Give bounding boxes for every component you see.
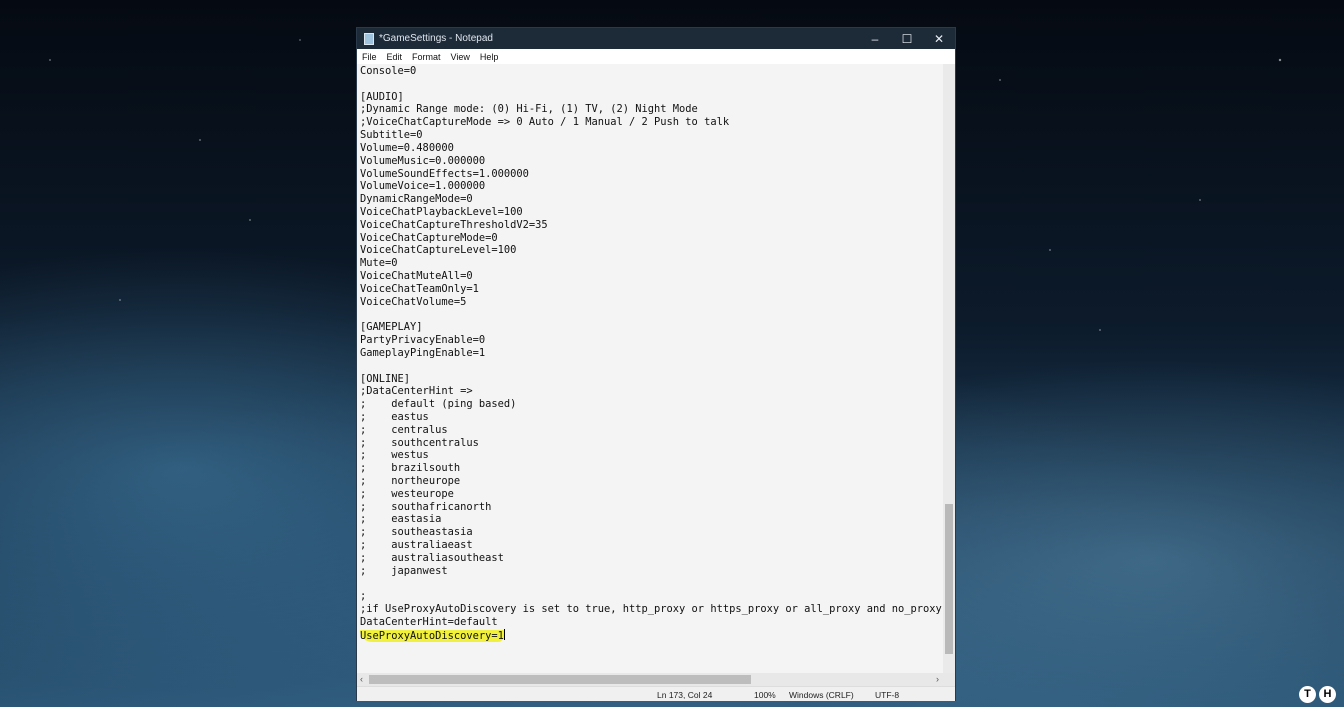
- text-line: ; brazilsouth: [360, 462, 461, 475]
- text-line: VoiceChatCaptureThresholdV2=35: [360, 218, 548, 231]
- status-bar: Ln 173, Col 24 100% Windows (CRLF) UTF-8: [357, 686, 955, 701]
- text-line: [360, 578, 944, 591]
- text-line: ; westus: [360, 449, 429, 462]
- notepad-window: *GameSettings - Notepad – ☐ ✕ File Edit …: [356, 27, 956, 701]
- text-line: ; australiasoutheast: [360, 551, 504, 564]
- text-line: DataCenterHint=default: [360, 615, 498, 628]
- maximize-button[interactable]: ☐: [891, 32, 923, 46]
- text-line: [ONLINE]: [360, 372, 411, 385]
- text-line: PartyPrivacyEnable=0: [360, 334, 486, 347]
- window-title: *GameSettings - Notepad: [379, 33, 493, 44]
- menu-edit[interactable]: Edit: [387, 52, 403, 62]
- title-bar[interactable]: *GameSettings - Notepad – ☐ ✕: [357, 28, 955, 49]
- menu-bar: File Edit Format View Help: [357, 49, 955, 64]
- line-ending: Windows (CRLF): [789, 690, 854, 700]
- encoding: UTF-8: [875, 690, 900, 700]
- text-line: ;: [360, 590, 367, 603]
- menu-format[interactable]: Format: [412, 52, 441, 62]
- close-button[interactable]: ✕: [923, 32, 955, 46]
- text-line: Console=0: [360, 65, 417, 77]
- highlighted-line: UseProxyAutoDiscovery=1: [360, 629, 504, 642]
- text-line: [AUDIO]: [360, 90, 404, 103]
- text-line: VolumeVoice=1.000000: [360, 180, 486, 193]
- text-editor[interactable]: Console=0 [AUDIO] ;Dynamic Range mode: (0…: [357, 64, 944, 673]
- logo-h: H: [1319, 686, 1336, 703]
- text-line: ; southeastasia: [360, 526, 473, 539]
- text-line: DynamicRangeMode=0: [360, 193, 473, 206]
- horizontal-scrollbar[interactable]: ‹ ›: [357, 673, 955, 686]
- text-line: VoiceChatMuteAll=0: [360, 270, 473, 282]
- text-line: ; japanwest: [360, 564, 448, 577]
- text-line: Volume=0.480000: [360, 141, 454, 154]
- text-line: ; southafricanorth: [360, 500, 492, 513]
- text-line: Subtitle=0: [360, 129, 423, 142]
- text-line: VoiceChatCaptureLevel=100: [360, 244, 517, 257]
- text-line: [GAMEPLAY]: [360, 321, 423, 334]
- text-line: [360, 308, 944, 321]
- text-line: Mute=0: [360, 257, 398, 270]
- scroll-thumb[interactable]: [945, 504, 953, 654]
- text-line: ;if UseProxyAutoDiscovery is set to true…: [360, 603, 944, 616]
- menu-file[interactable]: File: [362, 52, 377, 62]
- text-line: ; eastus: [360, 410, 429, 423]
- text-line: VoiceChatPlaybackLevel=100: [360, 205, 523, 218]
- text-line: VoiceChatVolume=5: [360, 295, 467, 308]
- text-line: [360, 360, 944, 373]
- scroll-right-icon[interactable]: ›: [936, 674, 939, 684]
- text-line: ; westeurope: [360, 487, 454, 500]
- text-line: VoiceChatCaptureMode=0: [360, 231, 498, 244]
- menu-view[interactable]: View: [451, 52, 470, 62]
- text-line: ; australiaeast: [360, 539, 473, 552]
- text-line: ;DataCenterHint =>: [360, 385, 473, 398]
- logo-t: T: [1299, 686, 1316, 703]
- menu-help[interactable]: Help: [480, 52, 499, 62]
- text-line: ; default (ping based): [360, 398, 517, 411]
- scroll-thumb[interactable]: [369, 675, 751, 684]
- zoom-level: 100%: [754, 690, 776, 700]
- scroll-left-icon[interactable]: ‹: [360, 674, 363, 684]
- text-line: VolumeSoundEffects=1.000000: [360, 167, 529, 180]
- text-line: ; centralus: [360, 423, 448, 436]
- text-line: GameplayPingEnable=1: [360, 346, 486, 359]
- text-line: ; eastasia: [360, 513, 442, 526]
- text-line: ; southcentralus: [360, 436, 479, 449]
- text-line: ;VoiceChatCaptureMode => 0 Auto / 1 Manu…: [360, 116, 730, 129]
- text-line: VoiceChatTeamOnly=1: [360, 282, 479, 295]
- watermark-logo: T H: [1299, 686, 1336, 703]
- notepad-icon: [364, 32, 374, 45]
- text-line: [360, 78, 944, 91]
- text-caret: [503, 628, 505, 640]
- text-line: VolumeMusic=0.000000: [360, 154, 486, 167]
- minimize-button[interactable]: –: [859, 32, 891, 46]
- text-line: ;Dynamic Range mode: (0) Hi-Fi, (1) TV, …: [360, 103, 698, 116]
- text-line: ; northeurope: [360, 475, 461, 487]
- cursor-position: Ln 173, Col 24: [657, 690, 713, 700]
- vertical-scrollbar[interactable]: [943, 64, 955, 673]
